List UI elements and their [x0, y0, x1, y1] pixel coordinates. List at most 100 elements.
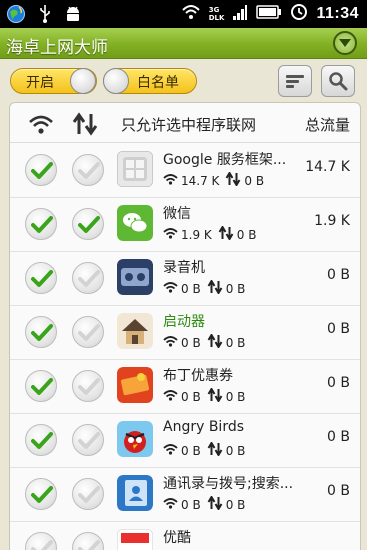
app-name: Google 服务框架...	[163, 152, 287, 168]
menu-dropdown-button[interactable]	[333, 31, 357, 55]
google-services-icon	[117, 151, 153, 187]
app-row[interactable]: 布丁优惠券 0 B 0 B 0 B	[10, 360, 360, 414]
total-traffic-header[interactable]: 总流量	[305, 114, 350, 135]
mobile-allow-checkbox[interactable]	[72, 262, 104, 294]
mobile-allow-checkbox[interactable]	[72, 532, 104, 550]
search-button[interactable]	[321, 65, 355, 97]
wifi-allow-checkbox[interactable]	[25, 316, 57, 348]
mobile-traffic: 0 B	[225, 281, 246, 296]
contacts-icon	[117, 475, 153, 511]
wifi-traffic: 14.7 K	[181, 173, 220, 188]
youku-icon	[117, 529, 153, 550]
mobile-traffic: 0 B	[236, 227, 257, 242]
mobile-data-icon	[218, 225, 234, 243]
wifi-allow-checkbox[interactable]	[25, 262, 57, 294]
mobile-allow-checkbox[interactable]	[72, 424, 104, 456]
toggle-knob	[103, 68, 129, 94]
firewall-toggle[interactable]: 开启	[10, 68, 97, 94]
app-traffic-stats: 0 B 0 B	[163, 495, 246, 513]
mobile-data-icon	[207, 387, 223, 405]
list-header: 只允许选中程序联网 总流量	[10, 103, 360, 143]
mobile-allow-checkbox[interactable]	[72, 316, 104, 348]
mobile-data-column-icon[interactable]	[71, 112, 99, 140]
app-row[interactable]: 通讯录与拨号;搜索... 0 B 0 B 0 B	[10, 468, 360, 522]
app-name: 启动器	[163, 314, 205, 330]
mobile-allow-checkbox[interactable]	[72, 370, 104, 402]
app-total-traffic: 0 B	[327, 375, 350, 391]
app-total-traffic: 1.9 K	[314, 213, 350, 229]
mobile-data-icon	[207, 333, 223, 351]
signal-icon	[232, 3, 248, 25]
wifi-allow-checkbox[interactable]	[25, 370, 57, 402]
app-row[interactable]: 优酷	[10, 522, 360, 550]
battery-icon	[256, 4, 282, 24]
wifi-allow-checkbox[interactable]	[25, 478, 57, 510]
wifi-traffic: 0 B	[181, 389, 201, 404]
wifi-allow-checkbox[interactable]	[25, 424, 57, 456]
mobile-data-icon	[207, 441, 223, 459]
network-type-badge: 3G DLK	[209, 6, 225, 22]
app-total-traffic: 0 B	[327, 321, 350, 337]
android-icon	[64, 4, 82, 28]
wifi-icon	[181, 3, 201, 25]
mobile-allow-checkbox[interactable]	[72, 478, 104, 510]
wifi-icon	[163, 389, 178, 404]
wifi-allow-checkbox[interactable]	[25, 532, 57, 550]
network-type-top: 3G	[208, 6, 220, 14]
wifi-icon	[163, 281, 178, 296]
coupon-icon	[117, 367, 153, 403]
app-row[interactable]: 录音机 0 B 0 B 0 B	[10, 252, 360, 306]
search-icon	[329, 72, 348, 91]
app-row[interactable]: 启动器 0 B 0 B 0 B	[10, 306, 360, 360]
app-name: 布丁优惠券	[163, 368, 233, 384]
mobile-traffic: 0 B	[225, 497, 246, 512]
launcher-icon	[117, 313, 153, 349]
mobile-data-icon	[207, 495, 223, 513]
app-row[interactable]: Google 服务框架... 14.7 K 0 B 14.7 K	[10, 144, 360, 198]
app-name: 微信	[163, 206, 191, 222]
app-titlebar: 海卓上网大师	[0, 28, 367, 59]
app-name: 通讯录与拨号;搜索...	[163, 476, 294, 492]
sort-button[interactable]	[278, 65, 312, 97]
app-traffic-stats: 1.9 K 0 B	[163, 225, 257, 243]
mobile-data-icon	[225, 171, 241, 189]
toggle-knob	[70, 68, 96, 94]
app-title: 海卓上网大师	[6, 38, 108, 58]
mobile-traffic: 0 B	[244, 173, 265, 188]
wifi-icon	[163, 497, 178, 512]
mobile-traffic: 0 B	[225, 443, 246, 458]
app-traffic-stats: 0 B 0 B	[163, 333, 246, 351]
alarm-icon	[290, 3, 308, 25]
wifi-icon	[163, 173, 178, 188]
toolbar: 开启 白名单	[0, 60, 367, 102]
wifi-icon	[163, 443, 178, 458]
wifi-icon	[163, 335, 178, 350]
app-list: 只允许选中程序联网 总流量 Google 服务框架... 14.7 K0 B 14.…	[9, 102, 361, 550]
angry-birds-icon	[117, 421, 153, 457]
wifi-allow-checkbox[interactable]	[25, 154, 57, 186]
mobile-allow-checkbox[interactable]	[72, 154, 104, 186]
app-row[interactable]: 微信 1.9 K 0 B 1.9 K	[10, 198, 360, 252]
mobile-traffic: 0 B	[225, 335, 246, 350]
wifi-allow-checkbox[interactable]	[25, 208, 57, 240]
clock-time: 11:34	[316, 5, 359, 22]
wifi-traffic: 0 B	[181, 443, 201, 458]
firewall-toggle-label: 开启	[26, 75, 54, 91]
wifi-traffic: 0 B	[181, 335, 201, 350]
app-traffic-stats: 0 B 0 B	[163, 387, 246, 405]
whitelist-toggle-label: 白名单	[137, 75, 179, 91]
app-traffic-stats: 0 B 0 B	[163, 279, 246, 297]
app-row[interactable]: Angry Birds 0 B 0 B 0 B	[10, 414, 360, 468]
globe-icon	[6, 4, 26, 28]
mobile-allow-checkbox[interactable]	[72, 208, 104, 240]
app-total-traffic: 0 B	[327, 483, 350, 499]
wechat-icon	[117, 205, 153, 241]
app-total-traffic: 0 B	[327, 429, 350, 445]
wifi-column-icon[interactable]	[28, 113, 54, 139]
whitelist-toggle[interactable]: 白名单	[103, 68, 197, 94]
usb-icon	[38, 4, 52, 28]
mobile-traffic: 0 B	[225, 389, 246, 404]
wifi-icon	[163, 227, 178, 242]
app-traffic-stats: 14.7 K 0 B	[163, 171, 265, 189]
wifi-traffic: 1.9 K	[181, 227, 212, 242]
